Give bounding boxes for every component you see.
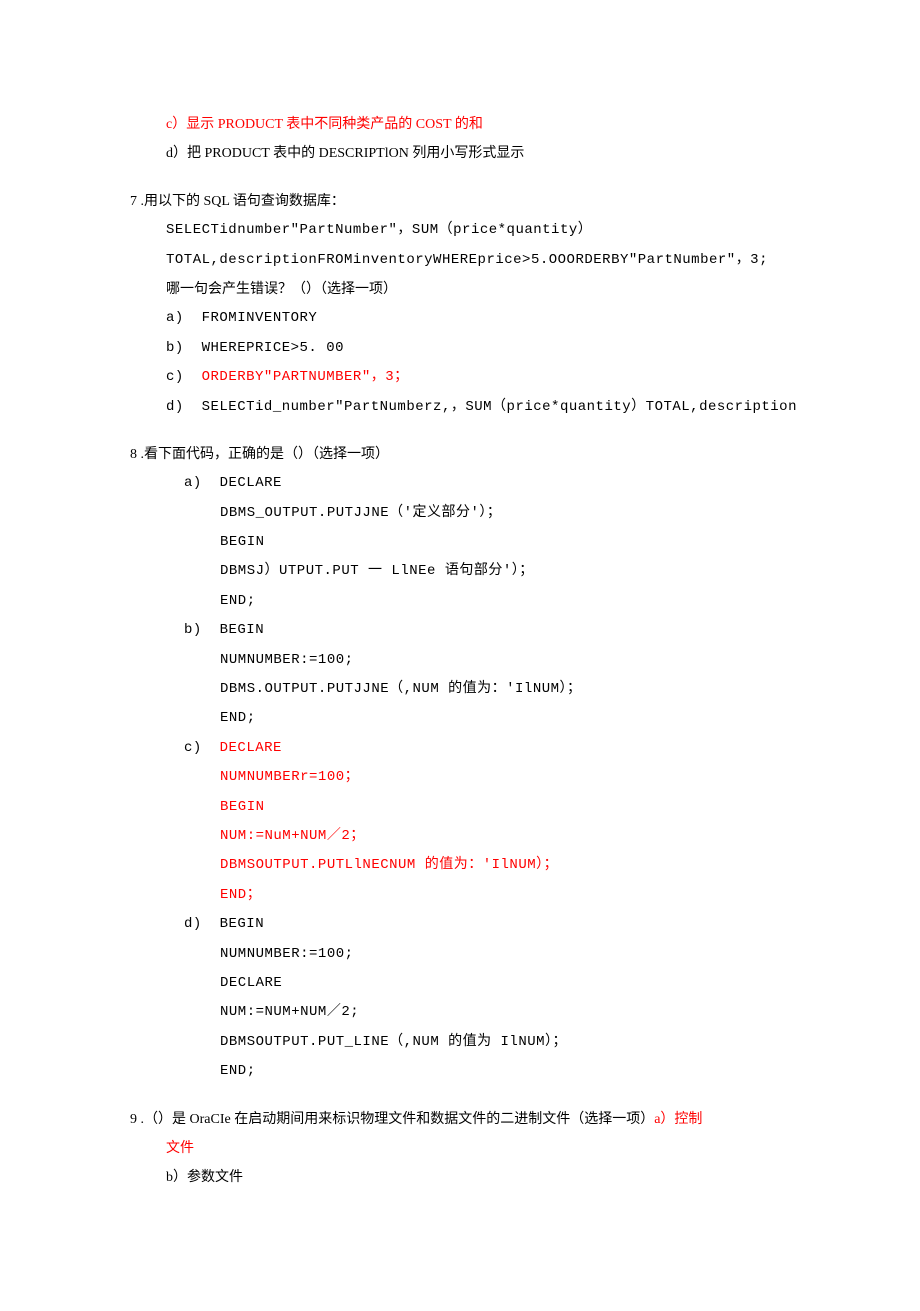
option-7c: c) ORDERBY"PARTNUMBER"，3； bbox=[130, 363, 800, 392]
option-8b-label: b) BEGIN bbox=[130, 616, 800, 645]
code-line: BEGIN bbox=[130, 793, 800, 822]
option-6d: d）把 PRODUCT 表中的 DESCRIPTlON 列用小写形式显示 bbox=[130, 139, 800, 168]
code-line: TOTAL,descriptionFROMinventoryWHEREprice… bbox=[130, 246, 800, 275]
code-line: NUMNUMBERr=100； bbox=[130, 763, 800, 792]
stem-text: .看下面代码，正确的是（）（选择一项） bbox=[141, 447, 390, 462]
question-9-stem: 9 .（）是 OraCIe 在启动期间用来标识物理文件和数据文件的二进制文件（选… bbox=[130, 1105, 800, 1134]
opt-text: DECLARE bbox=[220, 740, 282, 756]
option-8a-label: a) DECLARE bbox=[130, 469, 800, 498]
question-8: 8 .看下面代码，正确的是（）（选择一项） a) DECLARE DBMS_OU… bbox=[130, 440, 800, 1087]
code-line: BEGIN bbox=[130, 528, 800, 557]
question-7: 7 .用以下的 SQL 语句查询数据库： SELECTidnumber"Part… bbox=[130, 187, 800, 422]
question-8-stem: 8 .看下面代码，正确的是（）（选择一项） bbox=[130, 440, 800, 469]
stem-text: .用以下的 SQL 语句查询数据库： bbox=[141, 194, 345, 209]
question-prompt: 哪一句会产生错误？（）（选择一项） bbox=[130, 275, 800, 304]
question-9: 9 .（）是 OraCIe 在启动期间用来标识物理文件和数据文件的二进制文件（选… bbox=[130, 1105, 800, 1193]
stem-text: .（）是 OraCIe 在启动期间用来标识物理文件和数据文件的二进制文件（选择一… bbox=[141, 1112, 655, 1127]
option-7b: b) WHEREPRICE>5. 00 bbox=[130, 334, 800, 363]
question-number: 8 bbox=[130, 440, 141, 469]
document-page: c）显示 PRODUCT 表中不同种类产品的 COST 的和 d）把 PRODU… bbox=[0, 0, 920, 1311]
option-6c: c）显示 PRODUCT 表中不同种类产品的 COST 的和 bbox=[130, 110, 800, 139]
opt-label: c) bbox=[184, 740, 220, 756]
code-line: END； bbox=[130, 881, 800, 910]
option-8d-label: d) BEGIN bbox=[130, 910, 800, 939]
code-line: NUMNUMBER:=100; bbox=[130, 940, 800, 969]
option-7d: d) SELECTid_number"PartNumberz,，SUM（pric… bbox=[130, 393, 800, 422]
question-6-options: c）显示 PRODUCT 表中不同种类产品的 COST 的和 d）把 PRODU… bbox=[130, 110, 800, 169]
code-line: NUMNUMBER:=100; bbox=[130, 646, 800, 675]
opt-label: c) bbox=[166, 369, 202, 385]
question-number: 7 bbox=[130, 187, 141, 216]
question-number: 9 bbox=[130, 1105, 141, 1134]
code-line: DBMS.OUTPUT.PUTJJNE（,NUM 的值为：'IlNUM）； bbox=[130, 675, 800, 704]
code-line: END; bbox=[130, 587, 800, 616]
code-line: DECLARE bbox=[130, 969, 800, 998]
option-7a: a) FROMINVENTORY bbox=[130, 304, 800, 333]
code-line: DBMSJ）UTPUT.PUT 一 LlNEe 语句部分'）； bbox=[130, 557, 800, 586]
code-line: SELECTidnumber"PartNumber"，SUM（price*qua… bbox=[130, 216, 800, 245]
option-9b: b）参数文件 bbox=[130, 1163, 800, 1192]
option-9a-cont: 文件 bbox=[130, 1134, 800, 1163]
code-line: END; bbox=[130, 704, 800, 733]
opt-text: ORDERBY"PARTNUMBER"，3； bbox=[202, 369, 409, 385]
code-line: DBMSOUTPUT.PUTLlNECNUM 的值为：'IlNUM）； bbox=[130, 851, 800, 880]
code-line: END; bbox=[130, 1057, 800, 1086]
code-line: NUM:=NuM+NUM／2； bbox=[130, 822, 800, 851]
code-line: DBMSOUTPUT.PUT_LINE（,NUM 的值为 IlNUM）； bbox=[130, 1028, 800, 1057]
option-9a: a）控制 bbox=[654, 1112, 702, 1127]
question-7-stem: 7 .用以下的 SQL 语句查询数据库： bbox=[130, 187, 800, 216]
option-8c-label: c) DECLARE bbox=[130, 734, 800, 763]
code-line: NUM:=NUM+NUM／2; bbox=[130, 998, 800, 1027]
code-line: DBMS_OUTPUT.PUTJJNE（'定义部分'）； bbox=[130, 499, 800, 528]
